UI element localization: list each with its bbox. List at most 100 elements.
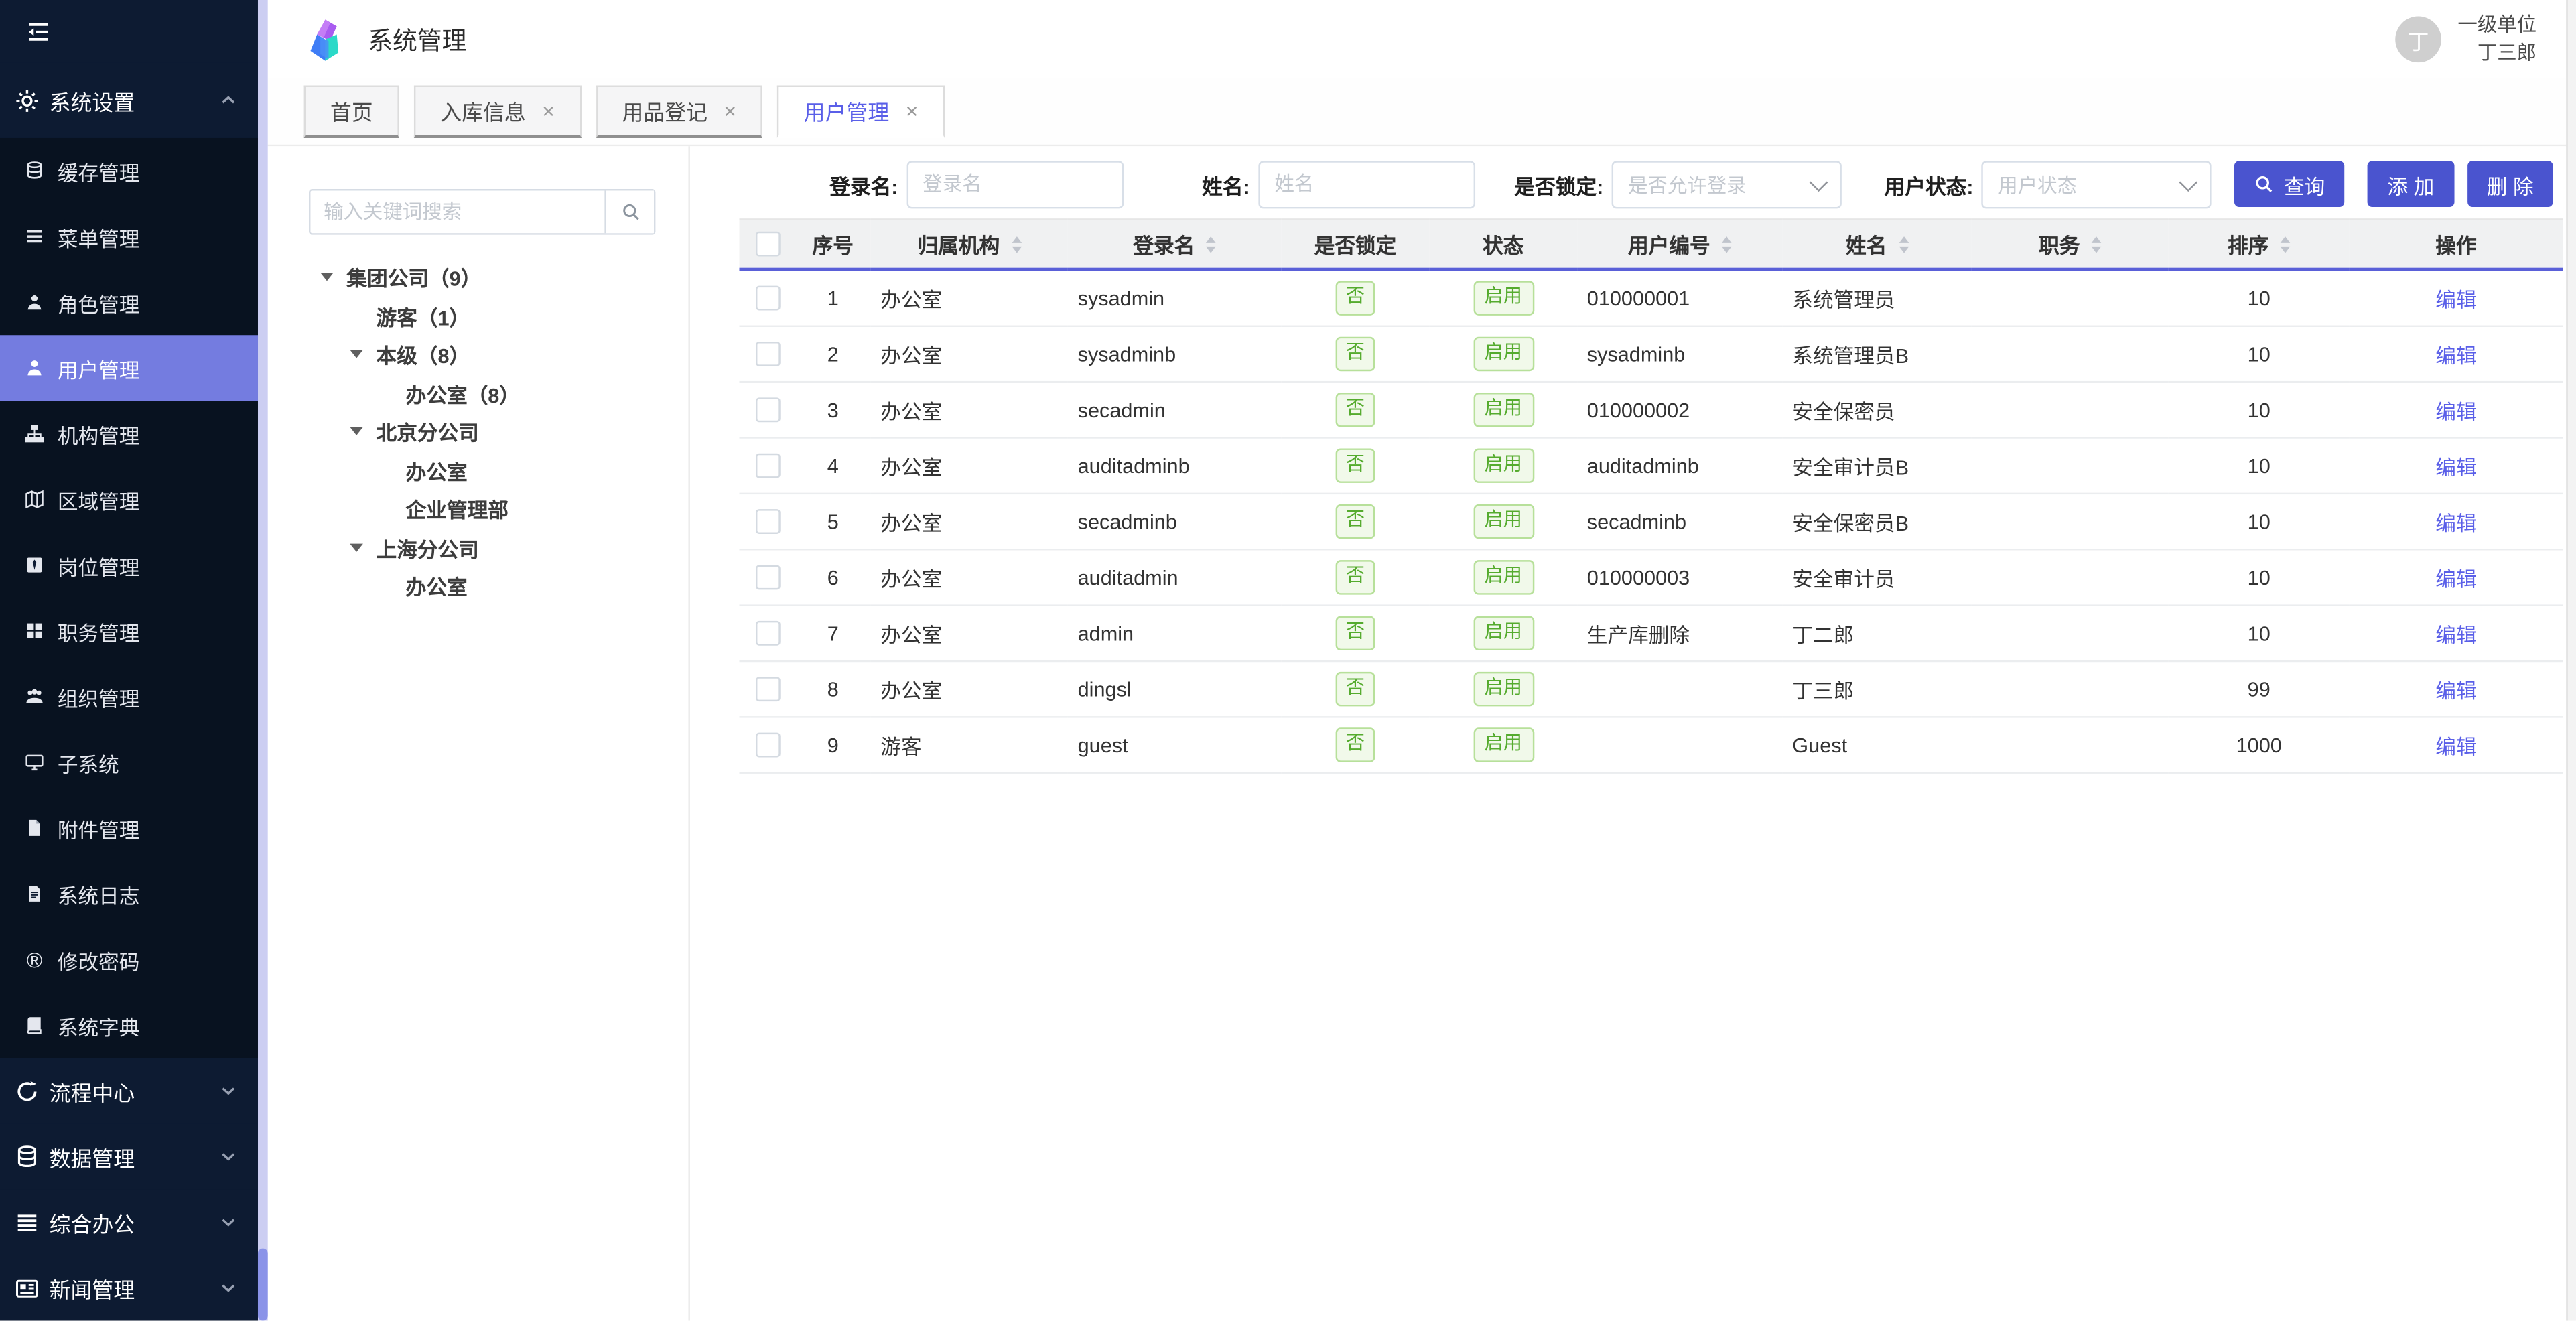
sidebar-item-组织管理[interactable]: 组织管理 xyxy=(0,664,258,729)
sidebar-group-流程中心[interactable]: 流程中心 xyxy=(0,1058,258,1123)
sidebar-item-缓存管理[interactable]: 缓存管理 xyxy=(0,138,258,204)
cell-index: 5 xyxy=(795,494,871,549)
chevron-down-icon xyxy=(2179,172,2198,191)
sidebar-item-机构管理[interactable]: 机构管理 xyxy=(0,401,258,466)
row-checkbox[interactable] xyxy=(755,733,780,758)
edit-link[interactable]: 编辑 xyxy=(2435,401,2476,423)
tab-用户管理[interactable]: 用户管理× xyxy=(777,86,944,138)
tree-node-label: 北京分公司 xyxy=(377,416,479,447)
row-checkbox[interactable] xyxy=(755,621,780,646)
select-all-checkbox[interactable] xyxy=(755,232,780,257)
page-scrollbar[interactable] xyxy=(2566,0,2576,1321)
tree-node-本级（8）[interactable]: 本级（8） xyxy=(309,335,688,374)
locked-badge: 否 xyxy=(1336,338,1375,371)
sidebar-scrollbar-thumb[interactable] xyxy=(258,1249,268,1321)
lock-filter-select[interactable]: 是否允许登录 xyxy=(1612,160,1842,208)
edit-link[interactable]: 编辑 xyxy=(2435,736,2476,759)
sort-icon[interactable] xyxy=(1011,231,1021,257)
role-icon xyxy=(25,292,44,311)
tree-search-input[interactable] xyxy=(310,190,604,233)
tab-首页[interactable]: 首页 xyxy=(304,86,399,138)
row-checkbox[interactable] xyxy=(755,509,780,534)
sort-icon[interactable] xyxy=(2281,231,2291,257)
sidebar-group-系统设置[interactable]: 系统设置 xyxy=(0,62,258,138)
row-checkbox[interactable] xyxy=(755,677,780,702)
tree-node-办公室[interactable]: 办公室 xyxy=(309,451,688,490)
sidebar-item-系统日志[interactable]: 系统日志 xyxy=(0,861,258,926)
row-checkbox[interactable] xyxy=(755,286,780,311)
sidebar-item-角色管理[interactable]: 角色管理 xyxy=(0,269,258,335)
sidebar-group-综合办公[interactable]: 综合办公 xyxy=(0,1189,258,1255)
sidebar-item-菜单管理[interactable]: 菜单管理 xyxy=(0,204,258,269)
tree-node-游客（1）[interactable]: 游客（1） xyxy=(309,297,688,336)
collapse-sidebar-icon[interactable] xyxy=(26,19,51,44)
tree-node-北京分公司[interactable]: 北京分公司 xyxy=(309,412,688,451)
edit-link[interactable]: 编辑 xyxy=(2435,512,2476,535)
column-header-登录名[interactable]: 登录名 xyxy=(1068,219,1282,269)
column-header-排序[interactable]: 排序 xyxy=(2169,219,2350,269)
delete-button[interactable]: 删 除 xyxy=(2467,161,2553,207)
sort-icon[interactable] xyxy=(2092,231,2102,257)
app-window: 系统设置缓存管理菜单管理角色管理用户管理机构管理区域管理岗位管理职务管理组织管理… xyxy=(0,0,2576,1321)
edit-link[interactable]: 编辑 xyxy=(2435,457,2476,480)
tab-label: 入库信息 xyxy=(440,95,526,127)
tree-node-企业管理部[interactable]: 企业管理部 xyxy=(309,490,688,529)
close-tab-icon[interactable]: × xyxy=(542,100,555,122)
cell-action: 编辑 xyxy=(2350,549,2563,605)
tree-node-办公室[interactable]: 办公室 xyxy=(309,567,688,606)
cell-status: 启用 xyxy=(1429,549,1577,605)
edit-link[interactable]: 编辑 xyxy=(2435,289,2476,312)
edit-link[interactable]: 编辑 xyxy=(2435,624,2476,647)
sidebar-item-用户管理[interactable]: 用户管理 xyxy=(0,335,258,401)
status-filter-select[interactable]: 用户状态 xyxy=(1982,160,2212,208)
column-header-用户编号[interactable]: 用户编号 xyxy=(1577,219,1783,269)
avatar[interactable]: 丁 xyxy=(2395,17,2441,63)
row-checkbox[interactable] xyxy=(755,342,780,366)
cell-code xyxy=(1577,717,1783,772)
tree-node-办公室（8）[interactable]: 办公室（8） xyxy=(309,374,688,413)
name-filter-input[interactable] xyxy=(1258,160,1475,208)
add-button[interactable]: 添 加 xyxy=(2368,161,2454,207)
chevron-down-icon xyxy=(218,1212,238,1232)
sidebar-item-区域管理[interactable]: 区域管理 xyxy=(0,466,258,532)
sidebar-item-岗位管理[interactable]: 岗位管理 xyxy=(0,532,258,598)
tree-expand-icon[interactable] xyxy=(350,537,376,558)
tree-expand-icon[interactable] xyxy=(350,421,376,442)
search-button[interactable]: 查询 xyxy=(2234,161,2344,207)
badge-icon xyxy=(25,555,44,575)
sidebar-group-新闻管理[interactable]: 新闻管理 xyxy=(0,1255,258,1320)
sidebar-item-修改密码[interactable]: ®修改密码 xyxy=(0,926,258,992)
sort-icon[interactable] xyxy=(1898,231,1908,257)
sidebar-item-子系统[interactable]: 子系统 xyxy=(0,729,258,795)
sidebar-item-职务管理[interactable]: 职务管理 xyxy=(0,598,258,664)
status-filter-placeholder: 用户状态 xyxy=(1998,170,2077,198)
sidebar-group-label: 数据管理 xyxy=(50,1141,135,1172)
cell-order: 10 xyxy=(2169,438,2350,494)
column-header-职务[interactable]: 职务 xyxy=(1972,219,2169,269)
tree-node-上海分公司[interactable]: 上海分公司 xyxy=(309,528,688,567)
edit-link[interactable]: 编辑 xyxy=(2435,345,2476,368)
sort-icon[interactable] xyxy=(1206,231,1216,257)
table-row: 2办公室sysadminb否启用sysadminb系统管理员B10编辑 xyxy=(739,326,2563,382)
tree-node-集团公司（9）[interactable]: 集团公司（9） xyxy=(309,258,688,297)
tab-入库信息[interactable]: 入库信息 × xyxy=(414,86,581,138)
login-filter-input[interactable] xyxy=(906,160,1124,208)
tree-expand-icon[interactable] xyxy=(350,344,376,365)
column-header-label: 登录名 xyxy=(1133,228,1195,260)
tree-search-button[interactable] xyxy=(604,190,654,233)
sort-icon[interactable] xyxy=(1722,231,1732,257)
close-tab-icon[interactable]: × xyxy=(906,100,919,122)
tree-expand-icon[interactable] xyxy=(320,267,346,288)
row-checkbox[interactable] xyxy=(755,565,780,590)
row-checkbox[interactable] xyxy=(755,454,780,478)
sidebar-group-数据管理[interactable]: 数据管理 xyxy=(0,1123,258,1189)
column-header-归属机构[interactable]: 归属机构 xyxy=(871,219,1068,269)
row-checkbox[interactable] xyxy=(755,398,780,423)
sidebar-item-附件管理[interactable]: 附件管理 xyxy=(0,795,258,861)
sidebar-item-系统字典[interactable]: 系统字典 xyxy=(0,992,258,1058)
column-header-姓名[interactable]: 姓名 xyxy=(1783,219,1972,269)
edit-link[interactable]: 编辑 xyxy=(2435,680,2476,703)
close-tab-icon[interactable]: × xyxy=(724,100,737,122)
edit-link[interactable]: 编辑 xyxy=(2435,568,2476,591)
tab-用品登记[interactable]: 用品登记× xyxy=(596,86,762,138)
